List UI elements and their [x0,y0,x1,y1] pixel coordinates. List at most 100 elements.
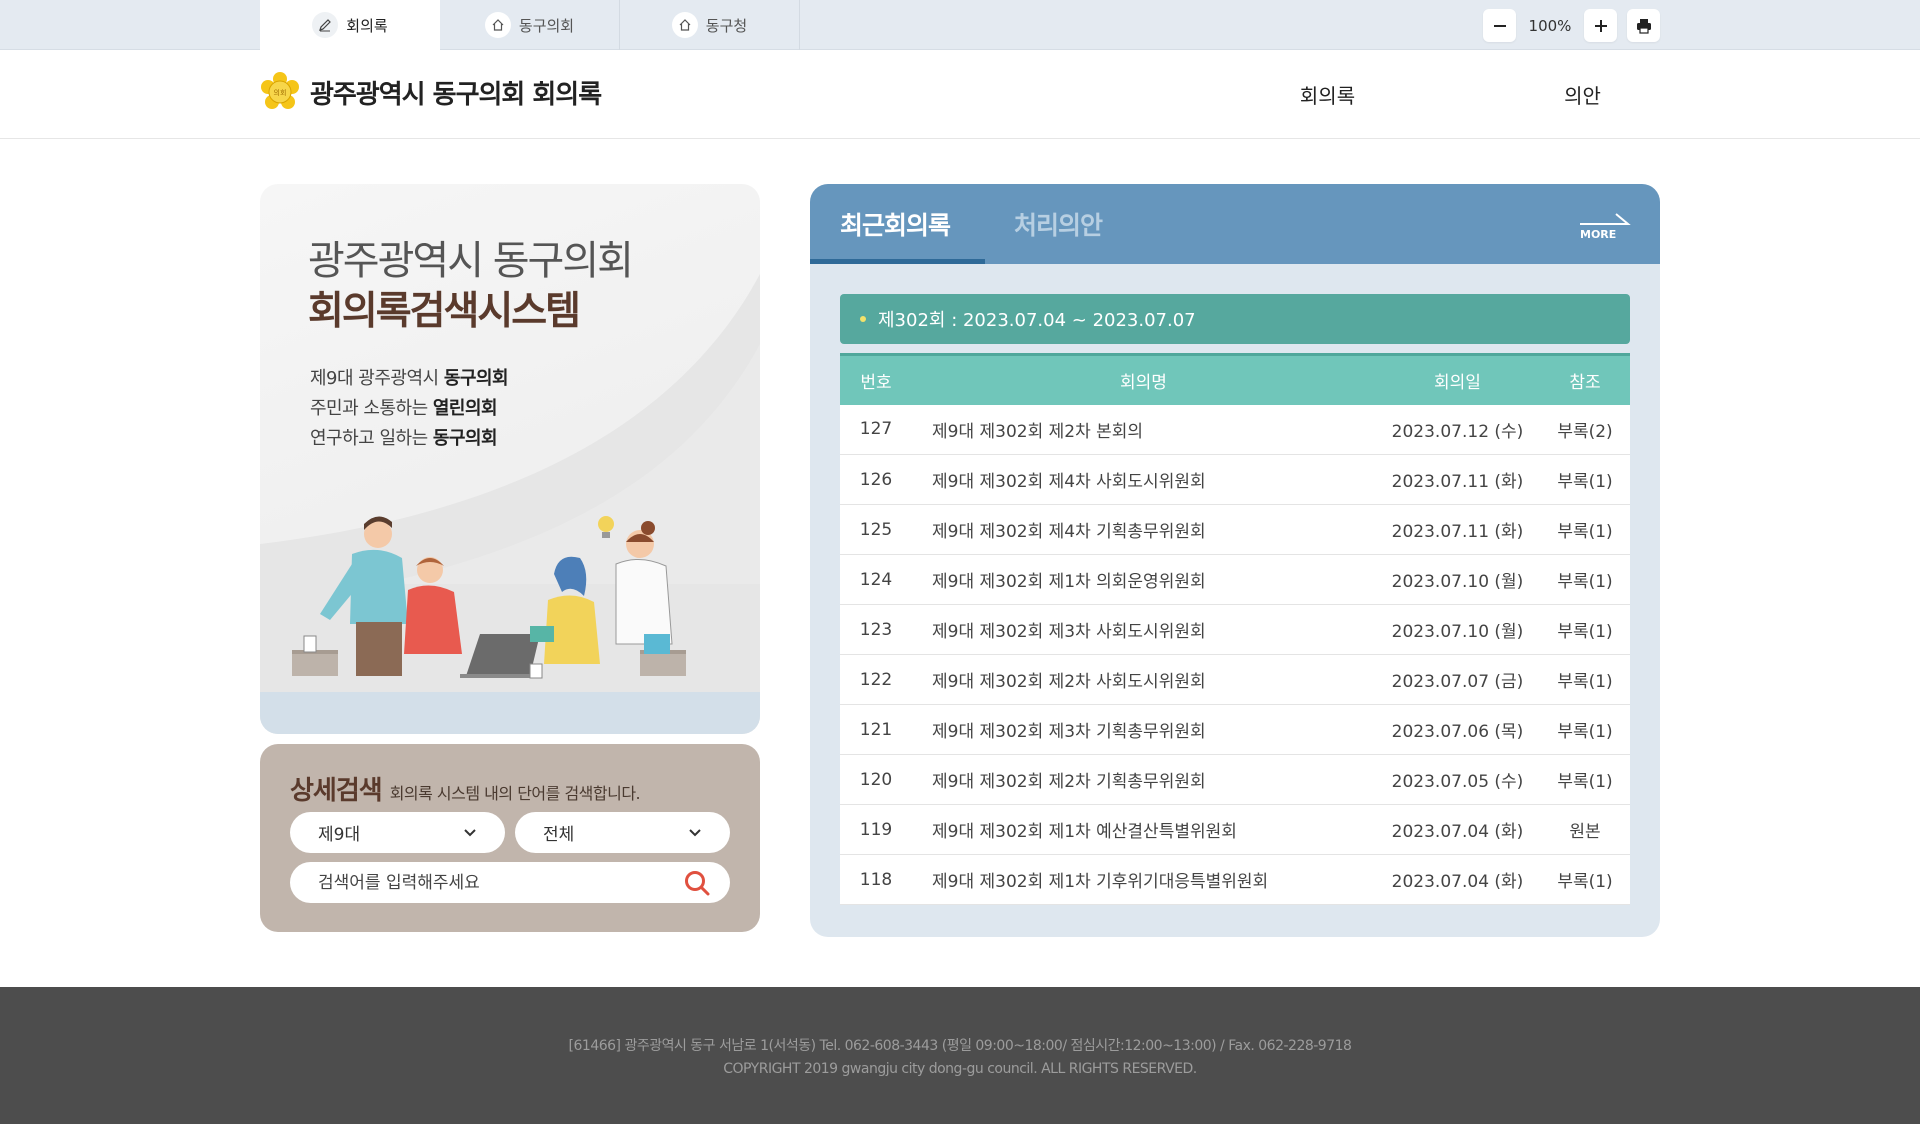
term-select[interactable]: 제9대 [290,812,505,853]
table-row[interactable]: 122 제9대 제302회 제2차 사회도시위원회 2023.07.07 (금) 부록… [840,654,1630,705]
row-reference[interactable]: 부록(1) [1540,504,1630,555]
row-date: 2023.07.04 (화) [1375,804,1540,855]
search-title: 상세검색 [290,776,383,806]
row-number: 126 [840,454,912,505]
pencil-icon [312,12,339,38]
advanced-search-card: 상세검색 회의록 시스템 내의 단어를 검색합니다. 제9대 전체 [260,744,760,932]
more-arrow-icon: MORE [1580,213,1631,241]
table-row[interactable]: 121 제9대 제302회 제3차 기획총무위원회 2023.07.06 (목) 부록… [840,704,1630,755]
row-reference[interactable]: 부록(1) [1540,604,1630,655]
nav-minutes[interactable]: 회의록 [1200,80,1455,109]
row-number: 118 [840,854,912,905]
row-meeting-name[interactable]: 제9대 제302회 제4차 사회도시위원회 [912,454,1375,505]
bullet-dot [860,316,866,322]
row-meeting-name[interactable]: 제9대 제302회 제3차 사회도시위원회 [912,604,1375,655]
table-row[interactable]: 120 제9대 제302회 제2차 기획총무위원회 2023.07.05 (수) 부록… [840,754,1630,805]
zoom-controls: 100% [1483,9,1660,42]
row-meeting-name[interactable]: 제9대 제302회 제2차 사회도시위원회 [912,654,1375,705]
hero-floor [260,692,760,734]
row-date: 2023.07.10 (월) [1375,604,1540,655]
main-nav: 회의록 의안 [1200,80,1710,109]
row-date: 2023.07.11 (화) [1375,504,1540,555]
nav-bills[interactable]: 의안 [1455,80,1710,109]
site-footer: [61466] 광주광역시 동구 서남로 1(서석동) Tel. 062-608… [0,987,1920,1124]
search-icon[interactable] [684,870,710,896]
slogan-line: 연구하고 일하는 동구의회 [310,428,498,449]
session-label: 제302회 : 2023.07.04 ~ 2023.07.07 [878,310,1196,331]
slogan-line: 제9대 광주광역시 동구의회 [310,368,509,389]
print-button[interactable] [1627,9,1660,42]
active-tab-indicator [810,259,985,264]
row-reference[interactable]: 부록(1) [1540,704,1630,755]
table-header-row: 번호 회의명 회의일 참조 [840,354,1630,405]
row-reference[interactable]: 부록(1) [1540,854,1630,905]
row-date: 2023.07.07 (금) [1375,654,1540,705]
row-number: 125 [840,504,912,555]
row-meeting-name[interactable]: 제9대 제302회 제1차 예산결산특별위원회 [912,804,1375,855]
more-button[interactable]: MORE [1578,208,1632,244]
row-reference[interactable]: 부록(1) [1540,654,1630,705]
hero-title-line2: 회의록검색시스템 [308,289,581,334]
row-meeting-name[interactable]: 제9대 제302회 제1차 기후위기대응특별위원회 [912,854,1375,905]
site-header: 의회 광주광역시 동구의회 회의록 회의록 의안 [0,50,1920,139]
row-reference[interactable]: 부록(1) [1540,554,1630,605]
row-meeting-name[interactable]: 제9대 제302회 제1차 의회운영위원회 [912,554,1375,605]
table-row[interactable]: 119 제9대 제302회 제1차 예산결산특별위원회 2023.07.04 (화)… [840,804,1630,855]
row-number: 127 [840,404,912,455]
row-meeting-name[interactable]: 제9대 제302회 제3차 기획총무위원회 [912,704,1375,755]
col-meeting-name: 회의명 [1120,372,1167,393]
row-number: 120 [840,754,912,805]
search-input[interactable] [318,872,684,893]
row-meeting-name[interactable]: 제9대 제302회 제2차 본회의 [912,404,1375,455]
tab-council[interactable]: 동구의회 [440,0,620,50]
tab-label: 동구의회 [518,16,575,35]
tab-district-office[interactable]: 동구청 [620,0,800,50]
search-header: 상세검색 회의록 시스템 내의 단어를 검색합니다. [290,770,641,807]
zoom-out-button[interactable] [1483,9,1516,42]
tab-recent-minutes[interactable]: 최근회의록 [840,206,951,242]
footer-copyright: COPYRIGHT 2019 gwangju city dong-gu coun… [723,1061,1197,1077]
home-icon [484,12,511,38]
tab-processed-bills[interactable]: 처리의안 [1014,206,1103,242]
row-reference[interactable]: 부록(1) [1540,454,1630,505]
table-row[interactable]: 123 제9대 제302회 제3차 사회도시위원회 2023.07.10 (월) 부록… [840,604,1630,655]
site-tabs: 회의록 동구의회 동구청 [260,0,800,50]
minutes-table: 번호 회의명 회의일 참조 127 제9대 제302회 제2차 본회의 2023.0… [840,353,1630,905]
plus-icon [1594,19,1607,32]
tab-label: 회의록 [346,16,388,35]
tab-label: 동구청 [705,16,748,35]
row-number: 119 [840,804,912,855]
row-reference[interactable]: 부록(2) [1540,404,1630,455]
table-row[interactable]: 126 제9대 제302회 제4차 사회도시위원회 2023.07.11 (화) 부록… [840,454,1630,505]
table-row[interactable]: 118 제9대 제302회 제1차 기후위기대응특별위원회 2023.07.04 (… [840,854,1630,905]
row-date: 2023.07.11 (화) [1375,454,1540,505]
category-select[interactable]: 전체 [515,812,730,853]
row-reference[interactable]: 부록(1) [1540,754,1630,805]
row-date: 2023.07.10 (월) [1375,554,1540,605]
row-date: 2023.07.05 (수) [1375,754,1540,805]
top-bar: 회의록 동구의회 동구청 100% [0,0,1920,50]
col-number: 번호 [860,372,892,393]
zoom-in-button[interactable] [1584,9,1617,42]
home-icon [671,12,698,38]
minus-icon [1493,24,1506,27]
row-meeting-name[interactable]: 제9대 제302회 제4차 기획총무위원회 [912,504,1375,555]
col-reference: 참조 [1569,372,1601,393]
slogan-line: 주민과 소통하는 열린의회 [310,398,498,419]
table-row[interactable]: 124 제9대 제302회 제1차 의회운영위원회 2023.07.10 (월) 부록… [840,554,1630,605]
row-date: 2023.07.12 (수) [1375,404,1540,455]
term-select-value: 제9대 [318,825,361,845]
row-meeting-name[interactable]: 제9대 제302회 제2차 기획총무위원회 [912,754,1375,805]
table-row[interactable]: 127 제9대 제302회 제2차 본회의 2023.07.12 (수) 부록(2) [840,404,1630,455]
row-number: 123 [840,604,912,655]
svg-text:의회: 의회 [274,88,287,97]
site-logo[interactable]: 의회 광주광역시 동구의회 회의록 [260,72,602,112]
search-box [290,862,730,903]
tab-minutes[interactable]: 회의록 [260,0,440,50]
table-row[interactable]: 125 제9대 제302회 제4차 기획총무위원회 2023.07.11 (화) 부록… [840,504,1630,555]
chevron-down-icon [464,828,476,836]
row-reference[interactable]: 원본 [1540,804,1630,855]
category-select-value: 전체 [543,825,575,845]
team-meeting-illustration [292,516,686,679]
row-date: 2023.07.04 (화) [1375,854,1540,905]
